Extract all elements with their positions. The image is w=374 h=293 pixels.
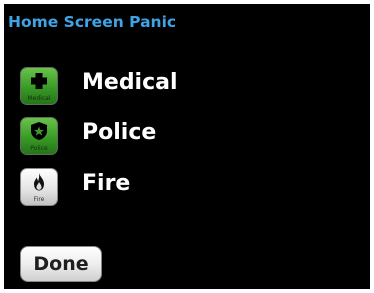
police-label: Police [82,120,157,145]
fire-label: Fire [82,171,131,196]
screen-title: Home Screen Panic [8,13,177,31]
done-button[interactable]: Done [20,246,102,282]
police-badge-icon: Police [20,117,58,155]
medical-cross-icon: Medical [20,67,58,105]
panic-option-medical[interactable]: Medical Medical [20,67,320,107]
panic-screen: Home Screen Panic Medical Medical Police… [4,4,370,289]
medical-label: Medical [82,70,178,95]
fire-icon-caption: Fire [33,196,45,203]
panic-option-fire[interactable]: Fire Fire [20,168,320,208]
medical-icon-caption: Medical [27,95,51,102]
panic-option-police[interactable]: Police Police [20,117,320,157]
police-icon-caption: Police [30,145,48,152]
fire-flame-icon: Fire [20,168,58,206]
